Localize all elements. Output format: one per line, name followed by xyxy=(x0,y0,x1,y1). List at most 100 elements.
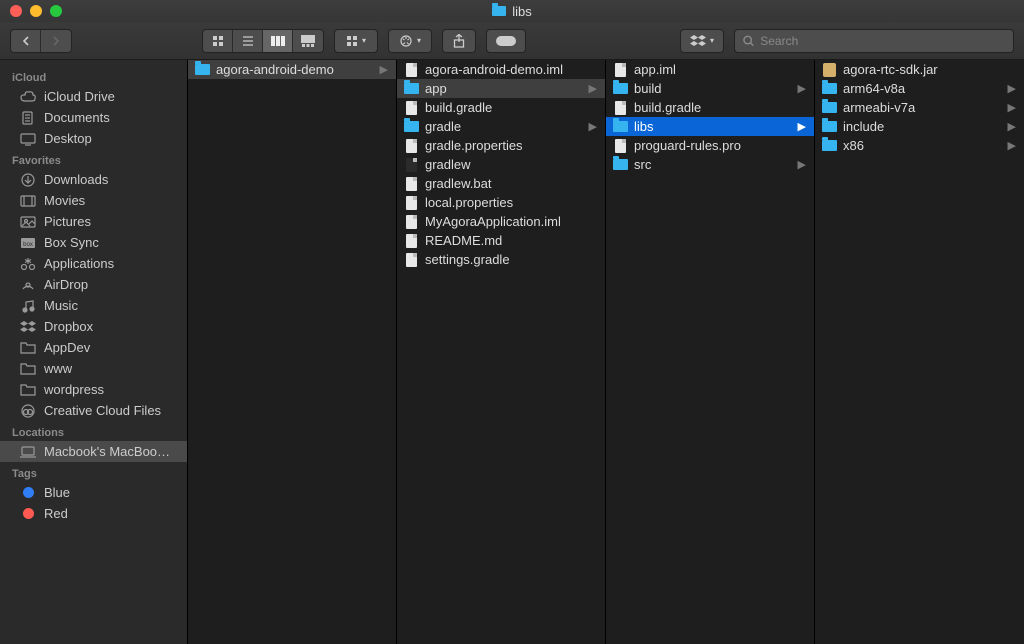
sidebar-item-label: Dropbox xyxy=(44,319,93,334)
file-row[interactable]: app▶ xyxy=(397,79,605,98)
tags-button[interactable] xyxy=(486,29,526,53)
file-icon xyxy=(612,63,628,77)
file-row[interactable]: libs▶ xyxy=(606,117,814,136)
chevron-right-icon: ▶ xyxy=(1008,82,1018,95)
file-row[interactable]: gradlew xyxy=(397,155,605,174)
close-window-button[interactable] xyxy=(10,5,22,17)
file-name: gradlew xyxy=(425,157,599,172)
file-icon xyxy=(403,101,419,115)
file-name: agora-rtc-sdk.jar xyxy=(843,62,1018,77)
zoom-window-button[interactable] xyxy=(50,5,62,17)
minimize-window-button[interactable] xyxy=(30,5,42,17)
sidebar-item[interactable]: iCloud Drive xyxy=(0,86,187,107)
file-row[interactable]: README.md xyxy=(397,231,605,250)
file-row[interactable]: include▶ xyxy=(815,117,1024,136)
file-name: README.md xyxy=(425,233,599,248)
file-row[interactable]: src▶ xyxy=(606,155,814,174)
file-row[interactable]: armeabi-v7a▶ xyxy=(815,98,1024,117)
file-row[interactable]: build.gradle xyxy=(606,98,814,117)
nav-group xyxy=(10,29,72,53)
file-row[interactable]: gradlew.bat xyxy=(397,174,605,193)
sidebar-section-title: Favorites xyxy=(0,149,187,169)
file-row[interactable]: agora-android-demo▶ xyxy=(188,60,396,79)
list-view-button[interactable] xyxy=(233,30,263,52)
share-button[interactable] xyxy=(442,29,476,53)
file-row[interactable]: app.iml xyxy=(606,60,814,79)
sidebar-item[interactable]: Creative Cloud Files xyxy=(0,400,187,421)
back-button[interactable] xyxy=(11,30,41,52)
column-view-button[interactable] xyxy=(263,30,293,52)
sidebar-item[interactable]: Applications xyxy=(0,253,187,274)
file-row[interactable]: arm64-v8a▶ xyxy=(815,79,1024,98)
file-row[interactable]: MyAgoraApplication.iml xyxy=(397,212,605,231)
sidebar-item[interactable]: Music xyxy=(0,295,187,316)
chevron-right-icon: ▶ xyxy=(798,120,808,133)
sidebar-item[interactable]: Downloads xyxy=(0,169,187,190)
file-row[interactable]: gradle▶ xyxy=(397,117,605,136)
folder-icon xyxy=(821,120,837,134)
sidebar-item[interactable]: Macbook's MacBoo… xyxy=(0,441,187,462)
folder-icon xyxy=(20,383,36,397)
file-row[interactable]: local.properties xyxy=(397,193,605,212)
file-name: build.gradle xyxy=(425,100,599,115)
sidebar-item[interactable]: Dropbox xyxy=(0,316,187,337)
file-icon xyxy=(612,139,628,153)
tag-icon xyxy=(20,486,36,500)
column: app.iml build ▶ build.gradlelibs▶ proguard-r… xyxy=(606,60,815,644)
cc-icon xyxy=(20,404,36,418)
column: agora-android-demo▶ xyxy=(188,60,397,644)
sidebar-item[interactable]: Blue xyxy=(0,482,187,503)
sidebar-section-title: Tags xyxy=(0,462,187,482)
folder-icon xyxy=(20,341,36,355)
folder-icon xyxy=(612,158,628,172)
file-row[interactable]: settings.gradle xyxy=(397,250,605,269)
file-name: proguard-rules.pro xyxy=(634,138,808,153)
folder-icon xyxy=(612,82,628,96)
dropbox-button[interactable]: ▾ xyxy=(681,30,723,52)
arrange-button[interactable]: ▾ xyxy=(335,30,377,52)
file-row[interactable]: agora-android-demo.iml xyxy=(397,60,605,79)
sidebar-item-label: iCloud Drive xyxy=(44,89,115,104)
chevron-right-icon: ▶ xyxy=(798,82,808,95)
file-row[interactable]: proguard-rules.pro xyxy=(606,136,814,155)
sidebar-item-label: Movies xyxy=(44,193,85,208)
file-row[interactable]: agora-rtc-sdk.jar xyxy=(815,60,1024,79)
sidebar-item[interactable]: AirDrop xyxy=(0,274,187,295)
file-row[interactable]: x86▶ xyxy=(815,136,1024,155)
sidebar-item[interactable]: wordpress xyxy=(0,379,187,400)
file-name: x86 xyxy=(843,138,1002,153)
sidebar-item[interactable]: Desktop xyxy=(0,128,187,149)
folder-icon xyxy=(403,120,419,134)
sidebar-item[interactable]: boxBox Sync xyxy=(0,232,187,253)
sidebar-item[interactable]: Red xyxy=(0,503,187,524)
gallery-view-button[interactable] xyxy=(293,30,323,52)
view-mode-group xyxy=(202,29,324,53)
search-field[interactable] xyxy=(734,29,1014,53)
tag-icon xyxy=(20,507,36,521)
sidebar-section-title: Locations xyxy=(0,421,187,441)
action-menu-button[interactable]: ▾ xyxy=(389,30,431,52)
finder-window: libs xyxy=(0,0,1024,644)
icon-view-button[interactable] xyxy=(203,30,233,52)
folder-icon xyxy=(194,63,210,77)
sidebar-item[interactable]: Pictures xyxy=(0,211,187,232)
file-icon xyxy=(403,63,419,77)
file-row[interactable]: build ▶ xyxy=(606,79,814,98)
sidebar-item[interactable]: www xyxy=(0,358,187,379)
file-row[interactable]: gradle.properties xyxy=(397,136,605,155)
sidebar-item-label: AirDrop xyxy=(44,277,88,292)
sidebar-item-label: Blue xyxy=(44,485,70,500)
sidebar-item[interactable]: Movies xyxy=(0,190,187,211)
file-row[interactable]: build.gradle xyxy=(397,98,605,117)
sidebar-item[interactable]: AppDev xyxy=(0,337,187,358)
doc-icon xyxy=(20,111,36,125)
file-icon xyxy=(612,101,628,115)
file-name: build xyxy=(634,81,792,96)
sidebar-item-label: Music xyxy=(44,298,78,313)
sidebar-item[interactable]: Documents xyxy=(0,107,187,128)
file-name: local.properties xyxy=(425,195,599,210)
forward-button[interactable] xyxy=(41,30,71,52)
search-input[interactable] xyxy=(760,34,1005,48)
toolbar: ▾ ▾ ▾ xyxy=(0,22,1024,60)
chevron-right-icon: ▶ xyxy=(798,158,808,171)
